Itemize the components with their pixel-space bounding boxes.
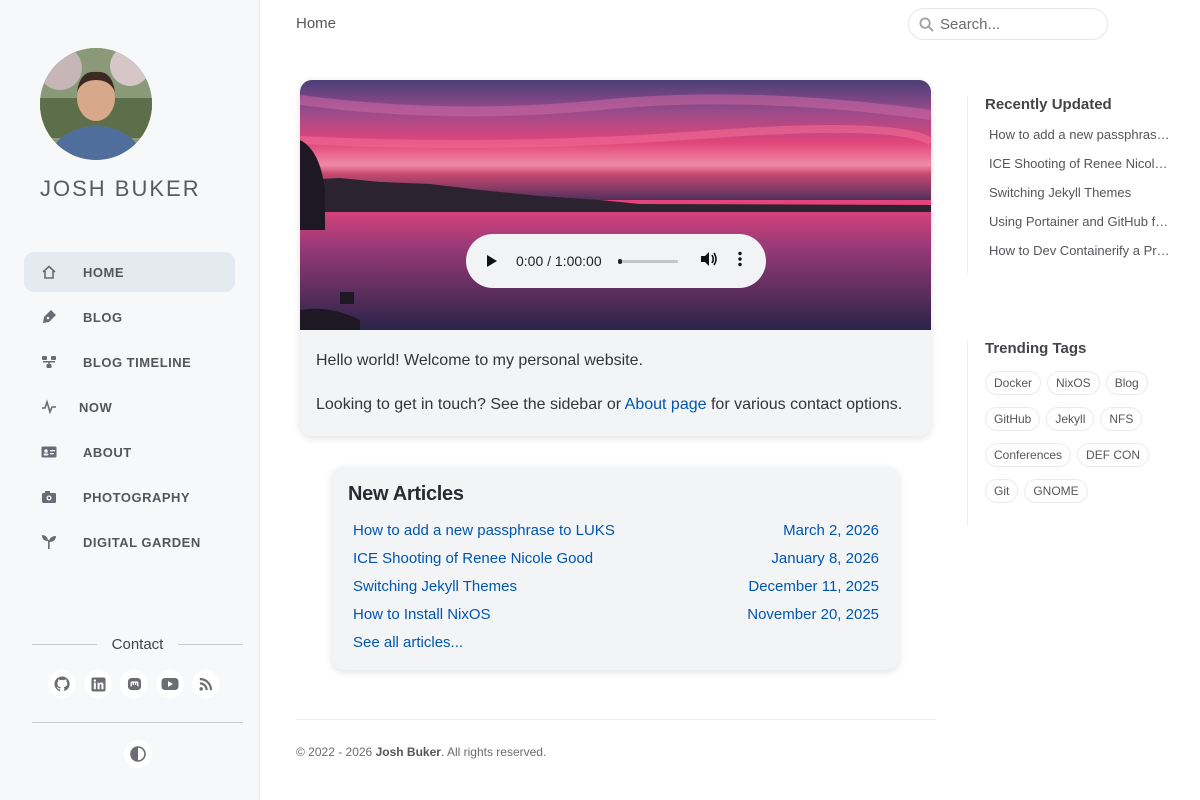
hero-text: Hello world! Welcome to my personal webs… [316,350,902,417]
search-input[interactable] [940,15,1100,33]
article-link[interactable]: Switching Jekyll Themes [353,578,517,595]
tag[interactable]: DEF CON [1077,443,1150,467]
more-options-icon[interactable] [737,251,742,272]
nav-label: PHOTOGRAPHY [83,489,191,505]
tag[interactable]: NFS [1100,407,1143,431]
site-title[interactable]: JOSH BUKER [40,176,201,202]
copyright-text: © 2022 - 2026 [296,745,376,759]
see-all-articles-link[interactable]: See all articles... [353,634,463,651]
audio-time: 0:00 / 1:00:00 [516,253,602,269]
nav-item-blog-timeline[interactable]: BLOG TIMELINE [24,342,235,382]
tag[interactable]: Blog [1105,371,1148,395]
tag[interactable]: Conferences [985,443,1072,467]
nav-label: DIGITAL GARDEN [83,534,201,550]
social-links [48,670,220,698]
article-date: March 2, 2026 [783,521,879,539]
recent-post-link[interactable]: How to add a new passphrase to LUKS [985,127,1171,156]
footer: © 2022 - 2026 Josh Buker. All rights res… [296,745,546,759]
nav-label: HOME [83,264,124,280]
article-link[interactable]: How to add a new passphrase to LUKS [353,522,615,539]
seedling-icon [40,533,58,551]
sidebar: JOSH BUKER HOME BLOG BLOG TIMELINE NOW A… [0,0,260,800]
search-box[interactable] [908,8,1108,40]
footer-divider [296,719,936,720]
contact-text: Looking to get in touch? See the sidebar… [316,396,903,414]
tag[interactable]: GNOME [1024,479,1088,503]
contact-label: Contact [111,636,164,653]
pen-icon [40,308,58,326]
contrast-icon [130,746,146,762]
tag-list: Docker NixOS Blog GitHub Jekyll NFS Conf… [985,371,1165,503]
nav-item-home[interactable]: HOME [24,252,235,292]
divider-line [178,644,244,645]
pulse-icon [40,398,58,416]
trending-tags-title: Trending Tags [985,340,1087,357]
contact-divider: Contact [32,636,244,653]
youtube-icon[interactable] [156,670,184,698]
sidebar-separator [32,722,243,723]
recently-updated-title: Recently Updated [985,96,1112,113]
camera-icon [40,488,58,506]
nav-item-now[interactable]: NOW [24,387,235,427]
breadcrumb: Home [296,15,337,32]
recent-post-link[interactable]: Using Portainer and GitHub for GitOps [985,214,1171,243]
main-nav: HOME BLOG BLOG TIMELINE NOW ABOUT PHOTOG… [24,252,235,567]
article-link[interactable]: How to Install NixOS [353,606,491,623]
recent-post-link[interactable]: How to Dev Containerify a Project [985,243,1171,272]
tag[interactable]: GitHub [985,407,1041,431]
sunset-image [300,80,931,330]
nav-label: NOW [79,399,113,415]
mastodon-icon[interactable] [120,670,148,698]
nav-label: ABOUT [83,444,132,460]
nav-item-blog[interactable]: BLOG [24,297,235,337]
recent-post-link[interactable]: ICE Shooting of Renee Nicole Good [985,156,1171,185]
nav-item-digital-garden[interactable]: DIGITAL GARDEN [24,522,235,562]
new-articles-card: New Articles How to add a new passphrase… [332,467,899,670]
welcome-text: Hello world! Welcome to my personal webs… [316,352,643,369]
search-icon [919,16,934,32]
article-row: How to add a new passphrase to LUKS Marc… [348,516,879,544]
footer-author-link[interactable]: Josh Buker [376,745,441,759]
audio-player[interactable]: 0:00 / 1:00:00 [466,234,766,288]
see-all-row: See all articles... [348,628,879,656]
tag[interactable]: Git [985,479,1019,503]
volume-icon[interactable] [700,251,718,272]
recently-updated-panel: Recently Updated How to add a new passph… [967,96,1200,274]
about-page-link[interactable]: About page [625,396,707,413]
divider-line [32,644,97,645]
article-date: January 8, 2026 [771,549,879,567]
article-date: November 20, 2025 [747,605,879,623]
hero-card: 0:00 / 1:00:00 Hello world! Welcome to m… [300,80,931,436]
home-icon [40,263,58,281]
new-articles-title: New Articles [348,483,464,505]
rights-text: . All rights reserved. [440,745,547,759]
nav-item-photography[interactable]: PHOTOGRAPHY [24,477,235,517]
audio-seek-bar[interactable] [617,258,678,264]
recent-post-link[interactable]: Switching Jekyll Themes [985,185,1171,214]
article-link[interactable]: ICE Shooting of Renee Nicole Good [353,550,593,567]
article-date: December 11, 2025 [748,577,879,595]
article-row: ICE Shooting of Renee Nicole Good Januar… [348,544,879,572]
nav-label: BLOG TIMELINE [83,354,192,370]
nav-item-about[interactable]: ABOUT [24,432,235,472]
linkedin-icon[interactable] [84,670,112,698]
article-row: How to Install NixOS November 20, 2025 [348,600,879,628]
nav-label: BLOG [83,309,123,325]
play-icon[interactable] [482,254,502,268]
theme-toggle-button[interactable] [124,740,152,768]
tag[interactable]: Jekyll [1046,407,1095,431]
id-card-icon [40,443,58,461]
trending-tags-panel: Trending Tags Docker NixOS Blog GitHub J… [967,340,1200,526]
tag[interactable]: NixOS [1047,371,1100,395]
avatar[interactable] [40,48,152,160]
article-row: Switching Jekyll Themes December 11, 202… [348,572,879,600]
github-icon[interactable] [48,670,76,698]
timeline-icon [40,353,58,371]
rss-icon[interactable] [192,670,220,698]
tag[interactable]: Docker [985,371,1042,395]
